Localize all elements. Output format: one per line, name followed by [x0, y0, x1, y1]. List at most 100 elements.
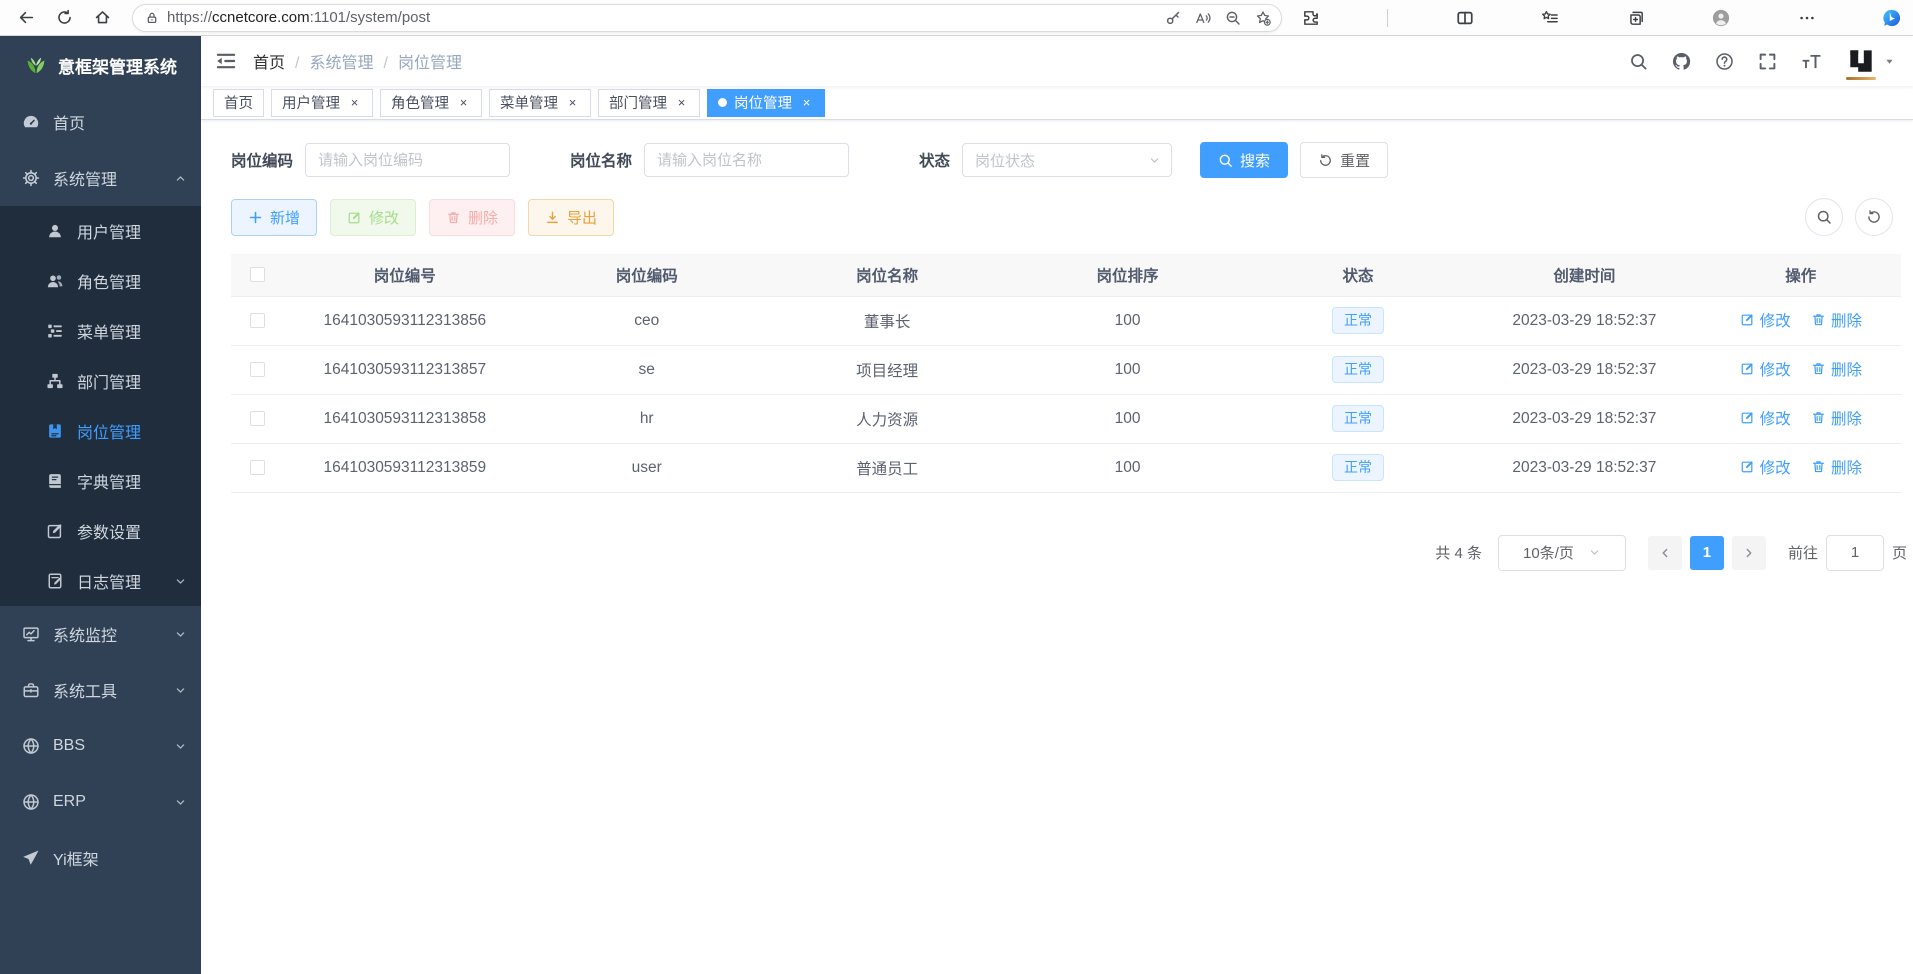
post-name-label: 岗位名称	[570, 149, 632, 171]
browser-refresh-button[interactable]	[48, 3, 80, 33]
header-search-icon[interactable]	[1629, 52, 1648, 71]
sidebar-item[interactable]: Yi框架	[0, 830, 201, 886]
posts-table: 岗位编号岗位编码岗位名称岗位排序状态创建时间操作 164103059311231…	[231, 254, 1901, 493]
row-checkbox[interactable]	[250, 362, 265, 377]
edit-button[interactable]: 修改	[330, 199, 416, 236]
sidebar-item[interactable]: 用户管理	[0, 206, 201, 256]
sidebar-item[interactable]: 系统监控	[0, 606, 201, 662]
sidebar-item[interactable]: 系统管理	[0, 150, 201, 206]
tab[interactable]: 用户管理	[271, 89, 373, 117]
browser-menu-icon[interactable]	[1798, 9, 1816, 27]
tab[interactable]: 岗位管理	[707, 89, 825, 117]
github-icon[interactable]	[1672, 52, 1691, 71]
tab-close-icon[interactable]	[456, 95, 471, 110]
sidebar-item-label: Yi框架	[53, 846, 99, 870]
tab[interactable]: 角色管理	[380, 89, 482, 117]
sidebar-item[interactable]: 字典管理	[0, 456, 201, 506]
sidebar-item[interactable]: 日志管理	[0, 556, 201, 606]
toggle-search-button[interactable]	[1805, 198, 1843, 236]
delete-button[interactable]: 删除	[429, 199, 515, 236]
active-tab-dot	[718, 98, 727, 107]
sidebar-item[interactable]: ERP	[0, 774, 201, 830]
breadcrumb-item[interactable]: 岗位管理	[373, 49, 461, 73]
status-select[interactable]: 岗位状态	[962, 143, 1172, 177]
tab[interactable]: 首页	[213, 89, 264, 117]
password-icon[interactable]	[1165, 10, 1181, 26]
breadcrumb-item[interactable]: 系统管理	[285, 49, 373, 73]
post-code-input[interactable]	[305, 143, 510, 177]
sidebar-item[interactable]: 角色管理	[0, 256, 201, 306]
row-checkbox[interactable]	[250, 411, 265, 426]
reset-button[interactable]: 重置	[1300, 142, 1388, 178]
row-delete-link[interactable]: 删除	[1811, 309, 1862, 331]
add-button[interactable]: 新增	[231, 199, 317, 236]
refresh-table-button[interactable]	[1855, 198, 1893, 236]
tab-close-icon[interactable]	[347, 95, 362, 110]
sidebar-item[interactable]: 参数设置	[0, 506, 201, 556]
post-code-cell: user	[527, 443, 767, 492]
browser-home-button[interactable]	[86, 3, 118, 33]
collapse-sidebar-button[interactable]	[215, 50, 237, 72]
next-page-button[interactable]	[1732, 536, 1766, 570]
column-header[interactable]: 状态	[1248, 254, 1468, 296]
help-icon[interactable]	[1715, 52, 1734, 71]
sidebar-item[interactable]: BBS	[0, 718, 201, 774]
sidebar-item[interactable]: 首页	[0, 94, 201, 150]
search-button[interactable]: 搜索	[1200, 142, 1288, 178]
browser-back-button[interactable]	[10, 3, 42, 33]
column-header[interactable]: 岗位编号	[283, 254, 526, 296]
zoom-icon[interactable]	[1225, 10, 1241, 26]
column-header[interactable]: 岗位名称	[767, 254, 1007, 296]
sidebar-item-label: 系统管理	[53, 166, 117, 190]
row-delete-link[interactable]: 删除	[1811, 407, 1862, 429]
fullscreen-icon[interactable]	[1758, 52, 1777, 71]
post-name-input[interactable]	[644, 143, 849, 177]
extensions-icon[interactable]	[1302, 9, 1320, 27]
column-header[interactable]: 岗位编码	[527, 254, 767, 296]
sidebar-item[interactable]: 部门管理	[0, 356, 201, 406]
export-button[interactable]: 导出	[528, 199, 614, 236]
bing-copilot-icon[interactable]	[1883, 9, 1901, 27]
prev-page-button[interactable]	[1648, 536, 1682, 570]
tab[interactable]: 菜单管理	[489, 89, 591, 117]
row-delete-link[interactable]: 删除	[1811, 456, 1862, 478]
page-number-button[interactable]: 1	[1690, 536, 1724, 570]
split-screen-icon[interactable]	[1456, 9, 1474, 27]
tab-close-icon[interactable]	[674, 95, 689, 110]
status-badge: 正常	[1332, 405, 1384, 432]
column-header[interactable]: 岗位排序	[1007, 254, 1247, 296]
goto-page-input[interactable]	[1826, 535, 1884, 571]
column-header[interactable]: 创建时间	[1468, 254, 1700, 296]
row-delete-link[interactable]: 删除	[1811, 358, 1862, 380]
tab-close-icon[interactable]	[565, 95, 580, 110]
page-size-value: 10条/页	[1523, 542, 1574, 563]
tab[interactable]: 部门管理	[598, 89, 700, 117]
row-edit-link[interactable]: 修改	[1740, 407, 1791, 429]
row-edit-link[interactable]: 修改	[1740, 309, 1791, 331]
browser-profile-avatar[interactable]	[1712, 9, 1730, 27]
tab-close-icon[interactable]	[799, 95, 814, 110]
row-checkbox[interactable]	[250, 313, 265, 328]
collections-icon[interactable]	[1627, 9, 1645, 27]
page-size-select[interactable]: 10条/页	[1498, 535, 1626, 571]
column-header[interactable]: 操作	[1701, 254, 1901, 296]
row-edit-link[interactable]: 修改	[1740, 456, 1791, 478]
read-aloud-icon[interactable]	[1195, 10, 1211, 26]
app-logo[interactable]: 意框架管理系统	[0, 36, 201, 94]
tab-label: 岗位管理	[734, 92, 792, 113]
chevron-right-icon	[1742, 546, 1756, 560]
favorites-icon[interactable]	[1541, 9, 1559, 27]
sidebar-item[interactable]: 岗位管理	[0, 406, 201, 456]
row-checkbox[interactable]	[250, 460, 265, 475]
user-menu[interactable]	[1846, 46, 1895, 76]
breadcrumb-item[interactable]: 首页	[253, 49, 285, 73]
add-favorite-icon[interactable]	[1255, 10, 1271, 26]
sidebar-item[interactable]: 系统工具	[0, 662, 201, 718]
address-bar[interactable]: https://ccnetcore.com:1101/system/post	[132, 4, 1282, 32]
row-edit-link[interactable]: 修改	[1740, 358, 1791, 380]
font-size-icon[interactable]	[1801, 51, 1822, 72]
post-name-cell: 项目经理	[767, 345, 1007, 394]
select-all-checkbox[interactable]	[250, 267, 265, 282]
sidebar-item[interactable]: 菜单管理	[0, 306, 201, 356]
monitor-icon	[22, 625, 40, 643]
